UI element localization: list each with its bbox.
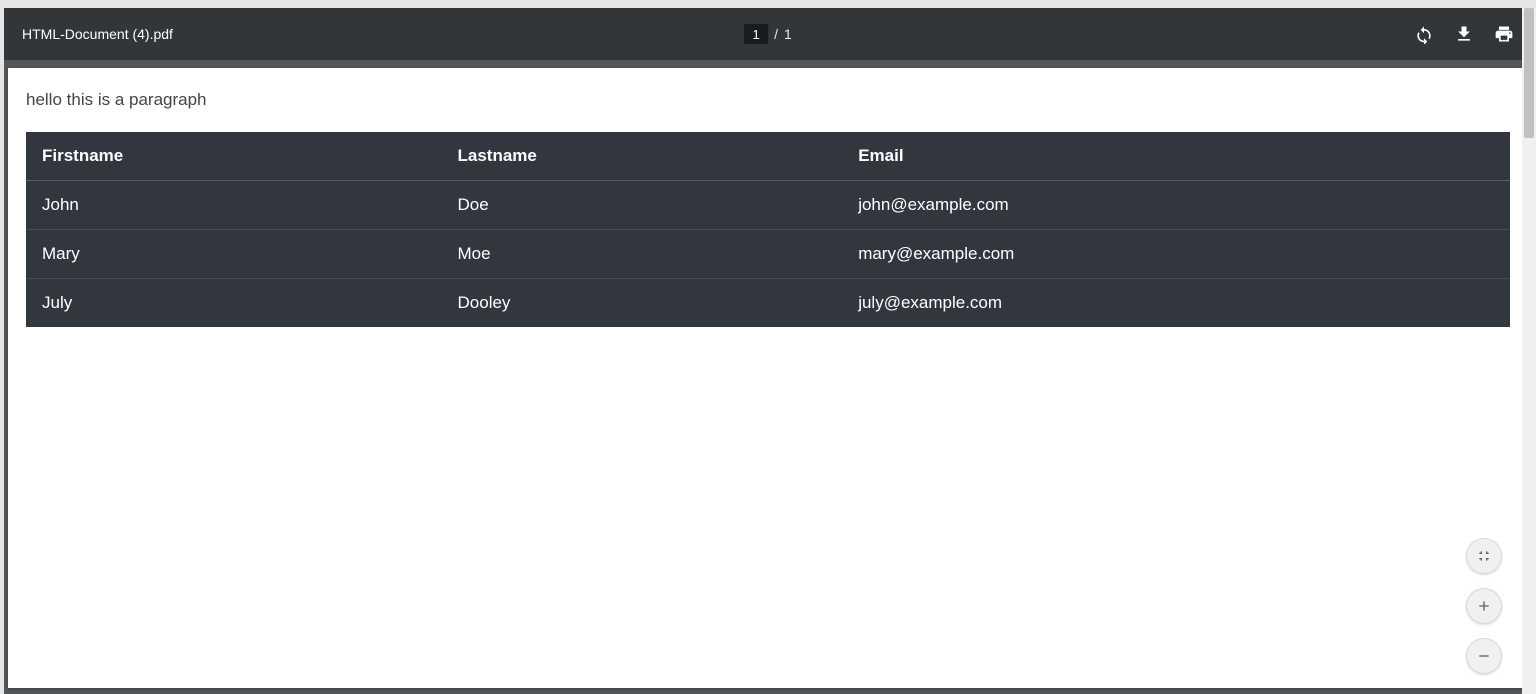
- table-cell: Mary: [26, 230, 442, 279]
- pdf-toolbar: HTML-Document (4).pdf / 1: [4, 8, 1532, 60]
- table-row: John Doe john@example.com: [26, 181, 1510, 230]
- pdf-content-area[interactable]: hello this is a paragraph Firstname Last…: [4, 60, 1532, 694]
- toolbar-actions: [1414, 24, 1514, 44]
- page-total: 1: [784, 26, 792, 42]
- page-slash: /: [774, 26, 778, 42]
- data-table: Firstname Lastname Email John Doe john@e…: [26, 132, 1510, 327]
- table-cell: Dooley: [442, 279, 843, 328]
- table-cell: John: [26, 181, 442, 230]
- page-indicator: / 1: [744, 24, 792, 44]
- pdf-viewer: HTML-Document (4).pdf / 1 hello this is …: [4, 8, 1532, 694]
- table-row: Mary Moe mary@example.com: [26, 230, 1510, 279]
- table-cell: Moe: [442, 230, 843, 279]
- table-header: Email: [842, 132, 1510, 181]
- table-cell: July: [26, 279, 442, 328]
- paragraph-text: hello this is a paragraph: [26, 90, 1510, 110]
- scrollbar-thumb[interactable]: [1524, 8, 1534, 138]
- print-icon[interactable]: [1494, 24, 1514, 44]
- table-header: Firstname: [26, 132, 442, 181]
- vertical-scrollbar[interactable]: [1522, 8, 1536, 694]
- zoom-out-icon[interactable]: [1466, 638, 1502, 674]
- pdf-page: hello this is a paragraph Firstname Last…: [8, 68, 1528, 688]
- table-header: Lastname: [442, 132, 843, 181]
- file-title: HTML-Document (4).pdf: [22, 26, 173, 42]
- zoom-in-icon[interactable]: [1466, 588, 1502, 624]
- zoom-controls: [1466, 538, 1502, 674]
- table-cell: july@example.com: [842, 279, 1510, 328]
- table-cell: Doe: [442, 181, 843, 230]
- rotate-icon[interactable]: [1414, 24, 1434, 44]
- fit-page-icon[interactable]: [1466, 538, 1502, 574]
- table-cell: mary@example.com: [842, 230, 1510, 279]
- download-icon[interactable]: [1454, 24, 1474, 44]
- table-cell: john@example.com: [842, 181, 1510, 230]
- page-number-input[interactable]: [744, 24, 768, 44]
- table-header-row: Firstname Lastname Email: [26, 132, 1510, 181]
- table-row: July Dooley july@example.com: [26, 279, 1510, 328]
